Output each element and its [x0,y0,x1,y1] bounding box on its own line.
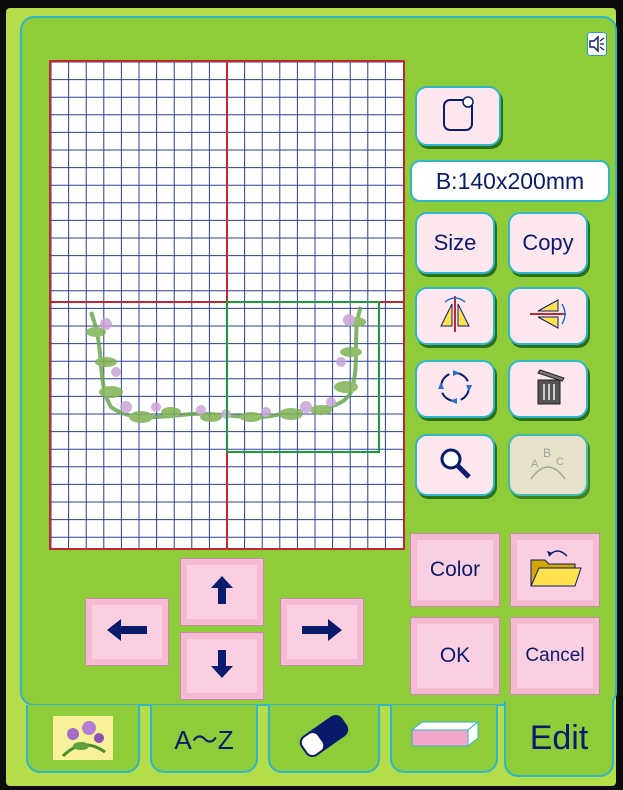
arrow-right-icon [300,617,344,648]
cancel-button-label: Cancel [525,645,585,666]
copy-button-label: Copy [522,230,574,255]
zoom-button[interactable] [415,434,495,496]
mirror-vertical-button[interactable] [508,287,588,345]
size-button-label: Size [433,230,477,255]
arrow-left-icon [105,617,149,648]
magnifier-icon [437,445,473,486]
mirror-vertical-icon [528,294,568,339]
tab-edit-label: Edit [529,718,589,757]
arc-text-button[interactable]: ABC [508,434,588,496]
embroidery-canvas[interactable] [49,60,405,550]
tab-bar: A～Z Edit [20,701,617,780]
ok-button[interactable]: OK [410,617,500,695]
move-up-button[interactable] [180,558,264,626]
tab-edit[interactable]: Edit [504,701,614,777]
ok-button-label: OK [439,644,471,667]
mirror-horizontal-icon [435,294,475,339]
flower-design-icon [53,716,113,760]
arc-text-icon: ABC [525,443,571,488]
move-right-button[interactable] [280,598,364,666]
arrow-down-icon [207,646,237,687]
open-folder-icon [527,546,583,595]
delete-button[interactable] [508,360,588,418]
open-folder-button[interactable] [510,533,600,607]
rotate-button[interactable] [415,360,495,418]
color-button-label: Color [429,558,481,581]
tab-design[interactable] [26,705,140,773]
svg-text:A: A [531,458,539,470]
arrow-up-icon [207,572,237,613]
size-button[interactable]: Size [415,212,495,274]
svg-text:C: C [556,456,564,468]
hoop-select-button[interactable] [415,86,501,146]
mirror-horizontal-button[interactable] [415,287,495,345]
speaker-icon[interactable] [587,32,607,56]
tab-hoop-frame[interactable] [390,705,498,773]
tab-alphabet-label: A～Z [174,724,234,755]
hoop-select-icon [440,94,476,139]
color-button[interactable]: Color [410,533,500,607]
cancel-button[interactable]: Cancel [510,617,600,695]
hoop-size-display: B:140x200mm [410,160,610,202]
eraser-icon [289,712,359,765]
tab-eraser[interactable] [268,705,380,773]
copy-button[interactable]: Copy [508,212,588,274]
move-down-button[interactable] [180,632,264,700]
trash-icon [528,366,568,413]
move-left-button[interactable] [85,598,169,666]
svg-text:B: B [543,446,551,460]
rotate-icon [434,366,476,413]
hoop-frame-icon [404,716,484,761]
tab-alphabet[interactable]: A～Z [150,705,258,773]
